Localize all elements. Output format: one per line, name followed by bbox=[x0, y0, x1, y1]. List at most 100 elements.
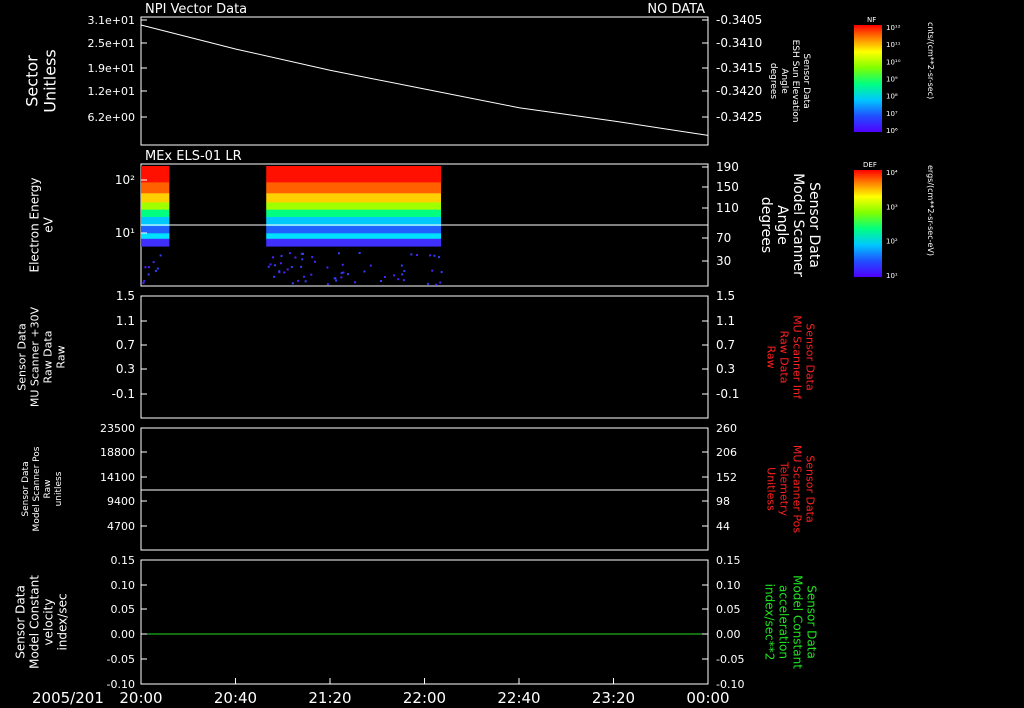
colorbar-tick-label: 10⁶ bbox=[886, 127, 898, 135]
spectrogram-speckle bbox=[300, 252, 303, 255]
colorbar-tick-label: 10² bbox=[886, 238, 898, 246]
spectrogram-speckle bbox=[159, 254, 162, 257]
panel1-right-label: degrees bbox=[768, 63, 778, 100]
spectrogram-speckle bbox=[354, 281, 357, 284]
panel3-left-tick-label: 1.5 bbox=[116, 289, 135, 303]
colorbar-tick-label: 10⁷ bbox=[886, 110, 898, 118]
panel1-right-label: Angle bbox=[779, 68, 789, 94]
panel3-right-tick-label: 0.3 bbox=[716, 362, 735, 376]
panel3-right-tick-label: 1.5 bbox=[716, 289, 735, 303]
spectrogram-speckle bbox=[142, 282, 145, 285]
panel5-left-tick-label: 0.00 bbox=[111, 628, 136, 641]
panel3-right-label: Sensor Data bbox=[804, 323, 817, 390]
panel3-left-tick-label: 0.3 bbox=[116, 362, 135, 376]
panel4-frame bbox=[140, 427, 709, 551]
spectrogram-speckle bbox=[147, 273, 150, 276]
panel1-right-tick-label: -0.3415 bbox=[716, 61, 762, 75]
panel1-right-tick-label: -0.3405 bbox=[716, 13, 762, 27]
spectrogram-speckle bbox=[435, 283, 438, 286]
colorbar1-ticks: 10¹² 10¹¹ 10¹⁰ 10⁹ 10⁸ 10⁷ 10⁶ bbox=[886, 24, 901, 135]
panel1-left-tick-label: 6.2e+00 bbox=[88, 111, 135, 124]
spectrogram-speckle bbox=[267, 265, 270, 268]
xaxis-tick-label: 00:00 bbox=[686, 689, 729, 707]
panel2-title: MEx ELS-01 LR bbox=[145, 149, 242, 164]
panel5-left-tick-label: 0.10 bbox=[111, 579, 136, 592]
spectrogram-speckle bbox=[297, 279, 300, 282]
panel1-right-tick-label: -0.3425 bbox=[716, 110, 762, 124]
panel1-left-label: Unitless bbox=[41, 49, 60, 113]
panel1-right-label: ESH Sun Elevation bbox=[790, 40, 800, 123]
panel5-right-tick-label: -0.05 bbox=[716, 653, 744, 666]
panel3-right-tick-label: 0.7 bbox=[716, 338, 735, 352]
spectrogram-speckle bbox=[326, 283, 329, 286]
xaxis-tick-label: 21:20 bbox=[308, 689, 351, 707]
xaxis-tick-label: 22:00 bbox=[403, 689, 446, 707]
spectrogram-speckle bbox=[400, 264, 403, 267]
spectrogram-band bbox=[141, 209, 170, 218]
spectrogram-band bbox=[266, 193, 442, 203]
spectrogram-band bbox=[141, 182, 170, 194]
spectrogram-band bbox=[266, 202, 442, 211]
panel2-left-label: Electron Energy bbox=[28, 177, 42, 272]
colorbar2-title: DEF bbox=[863, 161, 877, 169]
spectrogram-speckle bbox=[440, 271, 443, 274]
panel1-left-tick-label: 3.1e+01 bbox=[88, 14, 135, 27]
colorbar2-ticks: 10⁴ 10³ 10² 10¹ bbox=[886, 169, 898, 280]
panel3-right-label: Raw bbox=[765, 345, 778, 368]
spectrogram-speckle bbox=[426, 282, 429, 285]
panel3-left-tick-label: 1.1 bbox=[116, 314, 135, 328]
panel5-frame bbox=[140, 559, 709, 685]
panel5-right-label: Model Constant bbox=[791, 575, 805, 669]
spectrogram-speckle bbox=[431, 269, 434, 272]
colorbar1-gradient bbox=[854, 25, 882, 132]
spectrogram-speckle bbox=[393, 274, 396, 277]
spectrogram-speckle bbox=[340, 276, 343, 279]
panel4-left-label: Model Scanner Pos bbox=[32, 446, 42, 531]
spectrogram-speckle bbox=[341, 263, 344, 266]
panel5-left-label: velocity bbox=[42, 599, 56, 646]
panel4-left-tick-label: 23500 bbox=[100, 422, 135, 435]
spectrogram-speckle bbox=[290, 265, 293, 268]
panel1-left-tick-label: 1.9e+01 bbox=[88, 62, 135, 75]
panel5-right-label: Sensor Data bbox=[805, 585, 819, 659]
panel2-spectrogram bbox=[141, 166, 443, 286]
spectrogram-speckle bbox=[154, 269, 157, 272]
panel1-left-tick-label: 2.5e+01 bbox=[88, 37, 135, 50]
spectrogram-speckle bbox=[429, 254, 432, 257]
panel5-right-tick-label: 0.10 bbox=[716, 579, 741, 592]
spectrogram-band bbox=[266, 238, 442, 247]
spectrogram-speckle bbox=[280, 255, 283, 258]
panel1-title: NPI Vector Data bbox=[145, 2, 247, 17]
spectrogram-speckle bbox=[311, 256, 314, 259]
spectrogram-speckle bbox=[438, 256, 441, 259]
panel5-right-tick-label: 0.15 bbox=[716, 554, 741, 567]
colorbar2: DEF 10⁴ 10³ 10² 10¹ ergs/(cm**2-sr-sec-eV) bbox=[854, 161, 935, 280]
panel2-right-label: degrees bbox=[758, 197, 774, 253]
panel5-left-label: Sensor Data bbox=[14, 585, 28, 659]
panel2-right-tick-label: 30 bbox=[716, 254, 731, 268]
panel4-left-tick-label: 9400 bbox=[107, 495, 135, 508]
spectrogram-speckle bbox=[346, 273, 349, 276]
spectrogram-speckle bbox=[274, 264, 277, 267]
xaxis-tick-label: 22:40 bbox=[497, 689, 540, 707]
spectrogram-speckle bbox=[310, 273, 313, 276]
spectrogram-speckle bbox=[294, 256, 297, 259]
spectrogram-speckle bbox=[433, 254, 436, 257]
panel1-left-tick-label: 1.2e+01 bbox=[88, 85, 135, 98]
panel2-right-label: Sensor Data bbox=[806, 182, 822, 268]
spectrogram-speckle bbox=[410, 253, 413, 256]
panel3-left-label: MU Scanner +30V bbox=[29, 306, 42, 407]
spectrogram-band bbox=[141, 202, 170, 211]
panel3-right-label: MU Scanner Inf bbox=[791, 315, 804, 400]
panel4-right-tick-label: 152 bbox=[716, 471, 737, 484]
spectrogram-speckle bbox=[304, 280, 307, 283]
colorbar-tick-label: 10¹² bbox=[886, 24, 901, 32]
panel3-left-label: Raw bbox=[55, 345, 68, 368]
spectrogram-speckle bbox=[403, 270, 406, 273]
spectrogram-speckle bbox=[401, 273, 404, 276]
colorbar1-title: NF bbox=[867, 16, 876, 24]
panel3-left-label: Raw Data bbox=[42, 331, 55, 384]
spectrogram-speckle bbox=[301, 258, 304, 261]
spectrogram-speckle bbox=[402, 279, 405, 282]
spectrogram-speckle bbox=[335, 279, 338, 282]
